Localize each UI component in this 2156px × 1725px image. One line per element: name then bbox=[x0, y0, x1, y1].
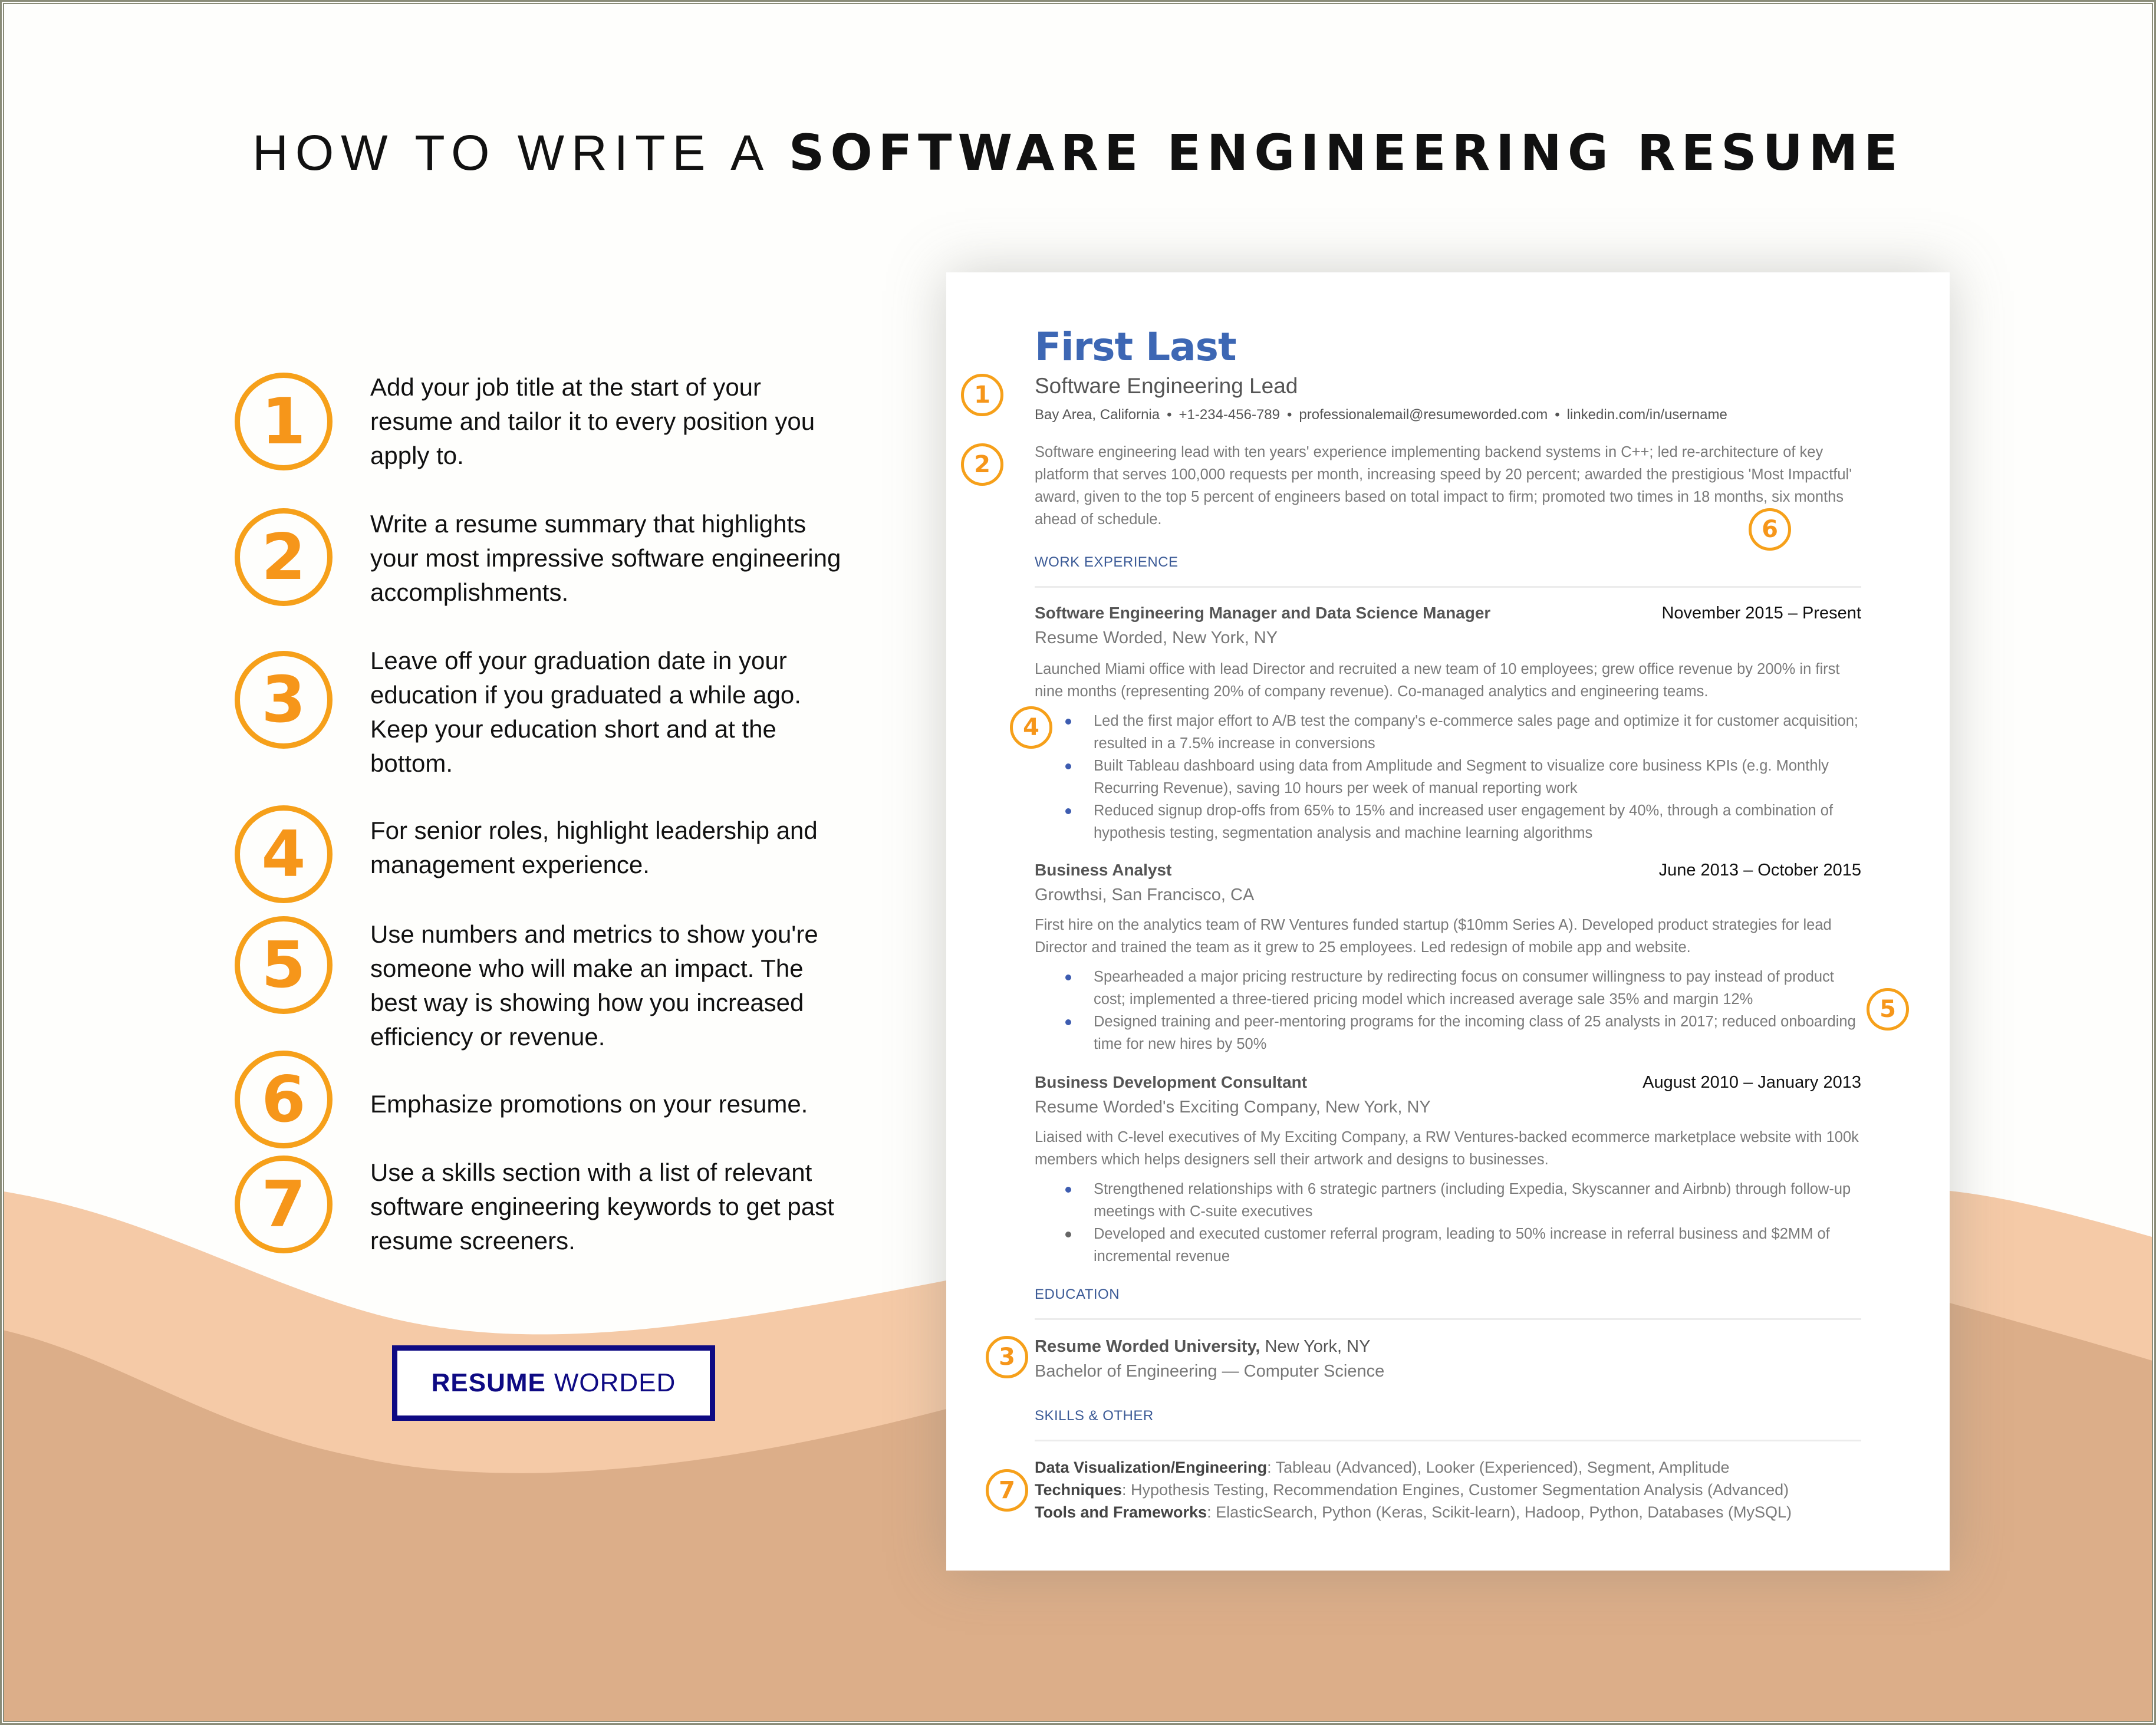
bullet-item: Developed and executed customer referral… bbox=[1065, 1223, 1866, 1268]
logo-bold-text: RESUME bbox=[431, 1368, 546, 1397]
job-title: Business Analyst bbox=[1035, 861, 1172, 879]
tip-text: Use numbers and metrics to show you're s… bbox=[370, 920, 818, 1051]
section-education: EDUCATION bbox=[1035, 1286, 1120, 1302]
bullet-item: Built Tableau dashboard using data from … bbox=[1065, 755, 1866, 799]
contact-linkedin[interactable]: linkedin.com/in/username bbox=[1567, 407, 1727, 423]
contact-phone: +1-234-456-789 bbox=[1179, 407, 1280, 423]
annotation-badge-7: 7 bbox=[986, 1469, 1028, 1512]
number-1-icon: 1 bbox=[235, 373, 333, 470]
bullet-item: Designed training and peer-mentoring pro… bbox=[1065, 1010, 1866, 1055]
tip-text: Use a skills section with a list of rele… bbox=[370, 1158, 834, 1255]
job-company: Growthsi, San Francisco, CA bbox=[1035, 885, 1255, 904]
education-degree: Bachelor of Engineering — Computer Scien… bbox=[1035, 1362, 1385, 1381]
skill-line: Techniques: Hypothesis Testing, Recommen… bbox=[1035, 1481, 1789, 1499]
annotation-badge-4: 4 bbox=[1010, 706, 1052, 749]
bullet-item: Spearheaded a major pricing restructure … bbox=[1065, 966, 1866, 1010]
separator: • bbox=[1167, 407, 1172, 423]
resume-contact: Bay Area, California • +1-234-456-789 • prof… bbox=[1035, 407, 1727, 423]
tip-text: Leave off your graduation date in your e… bbox=[370, 647, 801, 777]
divider bbox=[1035, 1440, 1861, 1441]
skill-label: Techniques bbox=[1035, 1481, 1123, 1499]
tip-text: Emphasize promotions on your resume. bbox=[370, 1090, 808, 1118]
resume-name: First Last bbox=[1035, 324, 1236, 370]
job-title: Business Development Consultant bbox=[1035, 1073, 1308, 1091]
annotation-badge-1: 1 bbox=[961, 374, 1003, 416]
job-description: Liaised with C-level executives of My Ex… bbox=[1035, 1129, 1859, 1168]
page-title: HOW TO WRITE A SOFTWARE ENGINEERING RESU… bbox=[0, 124, 2156, 182]
resume-document: First Last Software Engineering Lead Bay… bbox=[946, 272, 1950, 1571]
resume-job-title: Software Engineering Lead bbox=[1035, 374, 1298, 398]
job-dates: June 2013 – October 2015 bbox=[1658, 861, 1861, 880]
school-location: New York, NY bbox=[1260, 1337, 1371, 1356]
divider bbox=[1035, 586, 1861, 588]
bullet-item: Led the first major effort to A/B test t… bbox=[1065, 710, 1866, 755]
job-dates: August 2010 – January 2013 bbox=[1642, 1073, 1861, 1092]
skill-line: Tools and Frameworks: ElasticSearch, Pyt… bbox=[1035, 1503, 1792, 1522]
skill-line: Data Visualization/Engineering: Tableau … bbox=[1035, 1459, 1730, 1477]
bullet-item: Reduced signup drop-offs from 65% to 15%… bbox=[1065, 799, 1866, 844]
number-3-icon: 3 bbox=[235, 651, 333, 749]
resume-worded-logo[interactable]: RESUME WORDED bbox=[392, 1345, 715, 1421]
tip-text: Add your job title at the start of your … bbox=[370, 373, 815, 469]
separator: • bbox=[1555, 407, 1560, 423]
job-company: Resume Worded's Exciting Company, New Yo… bbox=[1035, 1098, 1431, 1117]
job-title: Software Engineering Manager and Data Sc… bbox=[1035, 604, 1491, 622]
annotation-badge-5: 5 bbox=[1867, 988, 1909, 1031]
job-description: First hire on the analytics team of RW V… bbox=[1035, 917, 1832, 956]
section-work-experience: WORK EXPERIENCE bbox=[1035, 554, 1179, 570]
divider bbox=[1035, 1318, 1861, 1320]
contact-location: Bay Area, California bbox=[1035, 407, 1160, 423]
school-name: Resume Worded University, bbox=[1035, 1337, 1260, 1356]
bullet-item: Strengthened relationships with 6 strate… bbox=[1065, 1178, 1866, 1223]
tip-text: For senior roles, highlight leadership a… bbox=[370, 817, 818, 878]
education-school: Resume Worded University, New York, NY bbox=[1035, 1337, 1370, 1357]
skill-label: Data Visualization/Engineering bbox=[1035, 1459, 1268, 1476]
title-bold: SOFTWARE ENGINEERING RESUME bbox=[788, 124, 1904, 182]
job-company: Resume Worded, New York, NY bbox=[1035, 628, 1278, 647]
skill-value: : Tableau (Advanced), Looker (Experience… bbox=[1267, 1459, 1730, 1476]
job-description: Launched Miami office with lead Director… bbox=[1035, 661, 1840, 700]
annotation-badge-2: 2 bbox=[961, 443, 1003, 486]
skill-label: Tools and Frameworks bbox=[1035, 1503, 1207, 1521]
skill-value: : Hypothesis Testing, Recommendation Eng… bbox=[1122, 1481, 1789, 1499]
tip-text: Write a resume summary that highlights y… bbox=[370, 510, 841, 606]
number-7-icon: 7 bbox=[235, 1156, 333, 1253]
section-skills: SKILLS & OTHER bbox=[1035, 1408, 1154, 1424]
number-4-icon: 4 bbox=[235, 805, 333, 903]
annotation-badge-3: 3 bbox=[986, 1336, 1028, 1378]
number-6-icon: 6 bbox=[235, 1051, 333, 1148]
number-2-icon: 2 bbox=[235, 508, 333, 606]
annotation-badge-6: 6 bbox=[1749, 508, 1791, 551]
contact-email[interactable]: professionalemail@resumeworded.com bbox=[1299, 407, 1548, 423]
logo-light-text: WORDED bbox=[554, 1368, 676, 1397]
number-5-icon: 5 bbox=[235, 916, 333, 1014]
job-bullets: Strengthened relationships with 6 strate… bbox=[1065, 1178, 1866, 1268]
job-bullets: Led the first major effort to A/B test t… bbox=[1065, 710, 1866, 844]
job-bullets: Spearheaded a major pricing restructure … bbox=[1065, 966, 1866, 1055]
separator: • bbox=[1286, 407, 1292, 423]
job-dates: November 2015 – Present bbox=[1661, 604, 1861, 623]
resume-summary: Software engineering lead with ten years… bbox=[1035, 444, 1852, 528]
skill-value: : ElasticSearch, Python (Keras, Scikit-l… bbox=[1207, 1503, 1792, 1521]
title-light: HOW TO WRITE A bbox=[252, 125, 789, 180]
